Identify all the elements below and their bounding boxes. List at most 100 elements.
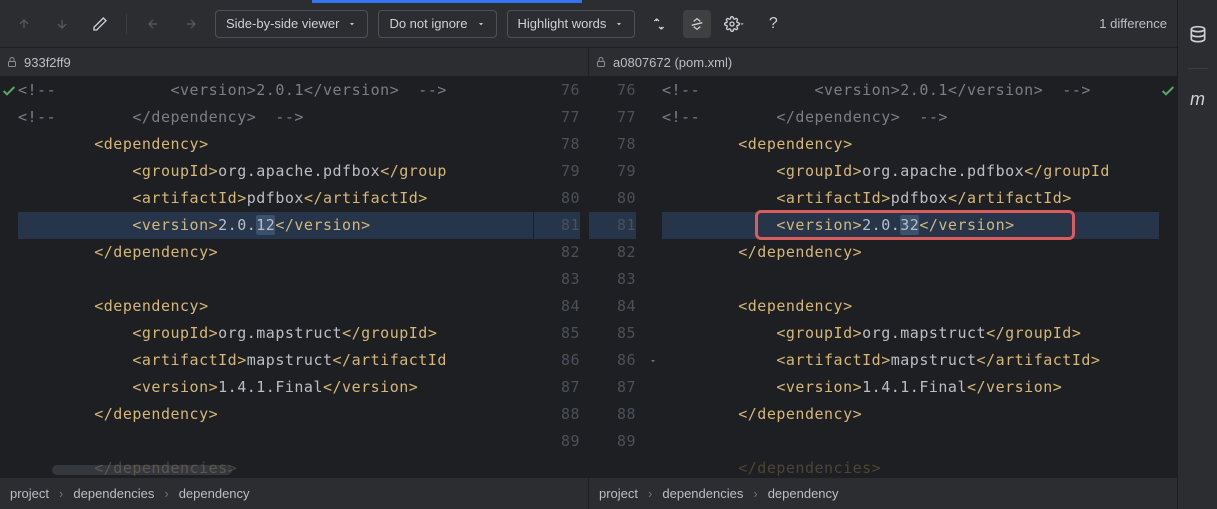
code-line[interactable]: </dependency>	[662, 401, 1159, 428]
separator	[1188, 68, 1208, 69]
revision-left: 933f2ff9	[0, 48, 588, 76]
breadcrumb-left: project › dependencies › dependency	[0, 478, 588, 509]
code-line[interactable]: <dependency>	[18, 131, 533, 158]
crumb[interactable]: dependencies	[73, 486, 154, 501]
line-number: 81	[589, 212, 636, 239]
ignore-mode-dropdown[interactable]: Do not ignore	[378, 10, 496, 38]
viewer-mode-label: Side-by-side viewer	[226, 16, 339, 31]
line-number: 86	[534, 347, 580, 374]
code-line[interactable]: <version>1.4.1.Final</version>	[18, 374, 533, 401]
chevron-down-icon	[738, 20, 746, 28]
code-line[interactable]: <version>2.0.12</version>	[18, 212, 533, 239]
line-number: 85	[589, 320, 636, 347]
diff-pane-right[interactable]: 7677787980818283848586878889 <!-- <versi…	[589, 77, 1177, 477]
collapse-icon[interactable]	[645, 10, 673, 38]
crumb[interactable]: dependencies	[662, 486, 743, 501]
prev-diff-button[interactable]	[10, 10, 38, 38]
code-line[interactable]: </dependency>	[18, 239, 533, 266]
viewer-mode-dropdown[interactable]: Side-by-side viewer	[215, 10, 368, 38]
code-line[interactable]	[662, 428, 1159, 455]
edit-icon[interactable]	[86, 10, 114, 38]
line-number: 84	[534, 293, 580, 320]
breadcrumb-right: project › dependencies › dependency	[588, 478, 1177, 509]
crumb-sep: ›	[55, 486, 67, 501]
chevron-down-icon	[476, 19, 486, 29]
line-number: 83	[589, 266, 636, 293]
code-line[interactable]	[18, 266, 533, 293]
code-line[interactable]: <dependency>	[662, 293, 1159, 320]
marker-gutter-right	[1159, 77, 1177, 477]
line-number: 76	[534, 77, 580, 104]
check-icon	[1160, 83, 1176, 99]
crumb[interactable]: project	[10, 486, 49, 501]
crumb-sep: ›	[160, 486, 172, 501]
maven-tool-icon[interactable]: m	[1190, 89, 1205, 110]
line-number: 82	[589, 239, 636, 266]
chevron-down-icon	[614, 19, 624, 29]
line-numbers-right: 7677787980818283848586878889	[589, 77, 644, 477]
next-diff-button[interactable]	[48, 10, 76, 38]
diff-toolbar: Side-by-side viewer Do not ignore Highli…	[0, 0, 1177, 48]
line-number: 89	[589, 428, 636, 455]
code-line[interactable]: <!-- </dependency> -->	[18, 104, 533, 131]
line-number: 87	[534, 374, 580, 401]
diff-settings-icon[interactable]	[721, 10, 749, 38]
code-left[interactable]: <!-- <version>2.0.1</version> --><!-- </…	[18, 77, 533, 477]
ignore-mode-label: Do not ignore	[389, 16, 467, 31]
revision-right-label: a0807672 (pom.xml)	[613, 55, 732, 70]
code-line[interactable]: <version>1.4.1.Final</version>	[662, 374, 1159, 401]
code-line[interactable]: </dependency>	[18, 401, 533, 428]
line-number: 78	[534, 131, 580, 158]
code-line[interactable]: <groupId>org.apache.pdfbox</groupId	[662, 158, 1159, 185]
code-right[interactable]: <!-- <version>2.0.1</version> --><!-- </…	[662, 77, 1159, 477]
code-line[interactable]: <artifactId>mapstruct</artifactId>	[662, 347, 1159, 374]
nav-back-button[interactable]	[139, 10, 167, 38]
code-line[interactable]: <artifactId>pdfbox</artifactId>	[662, 185, 1159, 212]
crumb-sep: ›	[749, 486, 761, 501]
marker-gutter-left	[0, 77, 18, 477]
revision-row: 933f2ff9 a0807672 (pom.xml)	[0, 48, 1177, 76]
line-numbers-left: 7677787980818283848586878889	[533, 77, 588, 477]
line-number: 88	[534, 401, 580, 428]
code-line[interactable]: <!-- </dependency> -->	[662, 104, 1159, 131]
code-line[interactable]: <groupId>org.apache.pdfbox</group	[18, 158, 533, 185]
line-number: 83	[534, 266, 580, 293]
lock-icon	[595, 56, 607, 68]
line-number	[589, 455, 636, 477]
line-number: 76	[589, 77, 636, 104]
code-line[interactable]: <!-- <version>2.0.1</version> -->	[662, 77, 1159, 104]
code-line[interactable]: <dependency>	[662, 131, 1159, 158]
code-line[interactable]: <artifactId>pdfbox</artifactId>	[18, 185, 533, 212]
line-number: 86	[589, 347, 636, 374]
database-icon[interactable]	[1188, 25, 1208, 48]
chevron-down-icon[interactable]	[644, 347, 662, 374]
line-number: 85	[534, 320, 580, 347]
help-icon[interactable]: ?	[759, 10, 787, 38]
crumb[interactable]: dependency	[179, 486, 250, 501]
sync-scroll-icon[interactable]	[683, 10, 711, 38]
code-line[interactable]: <dependency>	[18, 293, 533, 320]
code-line[interactable]: </dependency>	[662, 239, 1159, 266]
crumb-sep: ›	[644, 486, 656, 501]
diff-pane-left[interactable]: <!-- <version>2.0.1</version> --><!-- </…	[0, 77, 589, 477]
code-line[interactable]: </dependencies>	[18, 455, 533, 477]
code-line[interactable]: <version>2.0.32</version>	[662, 212, 1159, 239]
code-line[interactable]: <artifactId>mapstruct</artifactId	[18, 347, 533, 374]
check-icon	[1, 83, 17, 99]
crumb[interactable]: dependency	[768, 486, 839, 501]
code-line[interactable]: </dependencies>	[662, 455, 1159, 477]
highlight-mode-dropdown[interactable]: Highlight words	[507, 10, 636, 38]
code-line[interactable]: <!-- <version>2.0.1</version> -->	[18, 77, 533, 104]
crumb[interactable]: project	[599, 486, 638, 501]
revision-left-label: 933f2ff9	[24, 55, 71, 70]
line-number: 80	[589, 185, 636, 212]
code-line[interactable]: <groupId>org.mapstruct</groupId>	[662, 320, 1159, 347]
code-line[interactable]: <groupId>org.mapstruct</groupId>	[18, 320, 533, 347]
line-number: 79	[534, 158, 580, 185]
revision-right: a0807672 (pom.xml)	[588, 48, 1177, 76]
code-line[interactable]	[18, 428, 533, 455]
line-number: 78	[589, 131, 636, 158]
nav-forward-button[interactable]	[177, 10, 205, 38]
line-number: 89	[534, 428, 580, 455]
code-line[interactable]	[662, 266, 1159, 293]
